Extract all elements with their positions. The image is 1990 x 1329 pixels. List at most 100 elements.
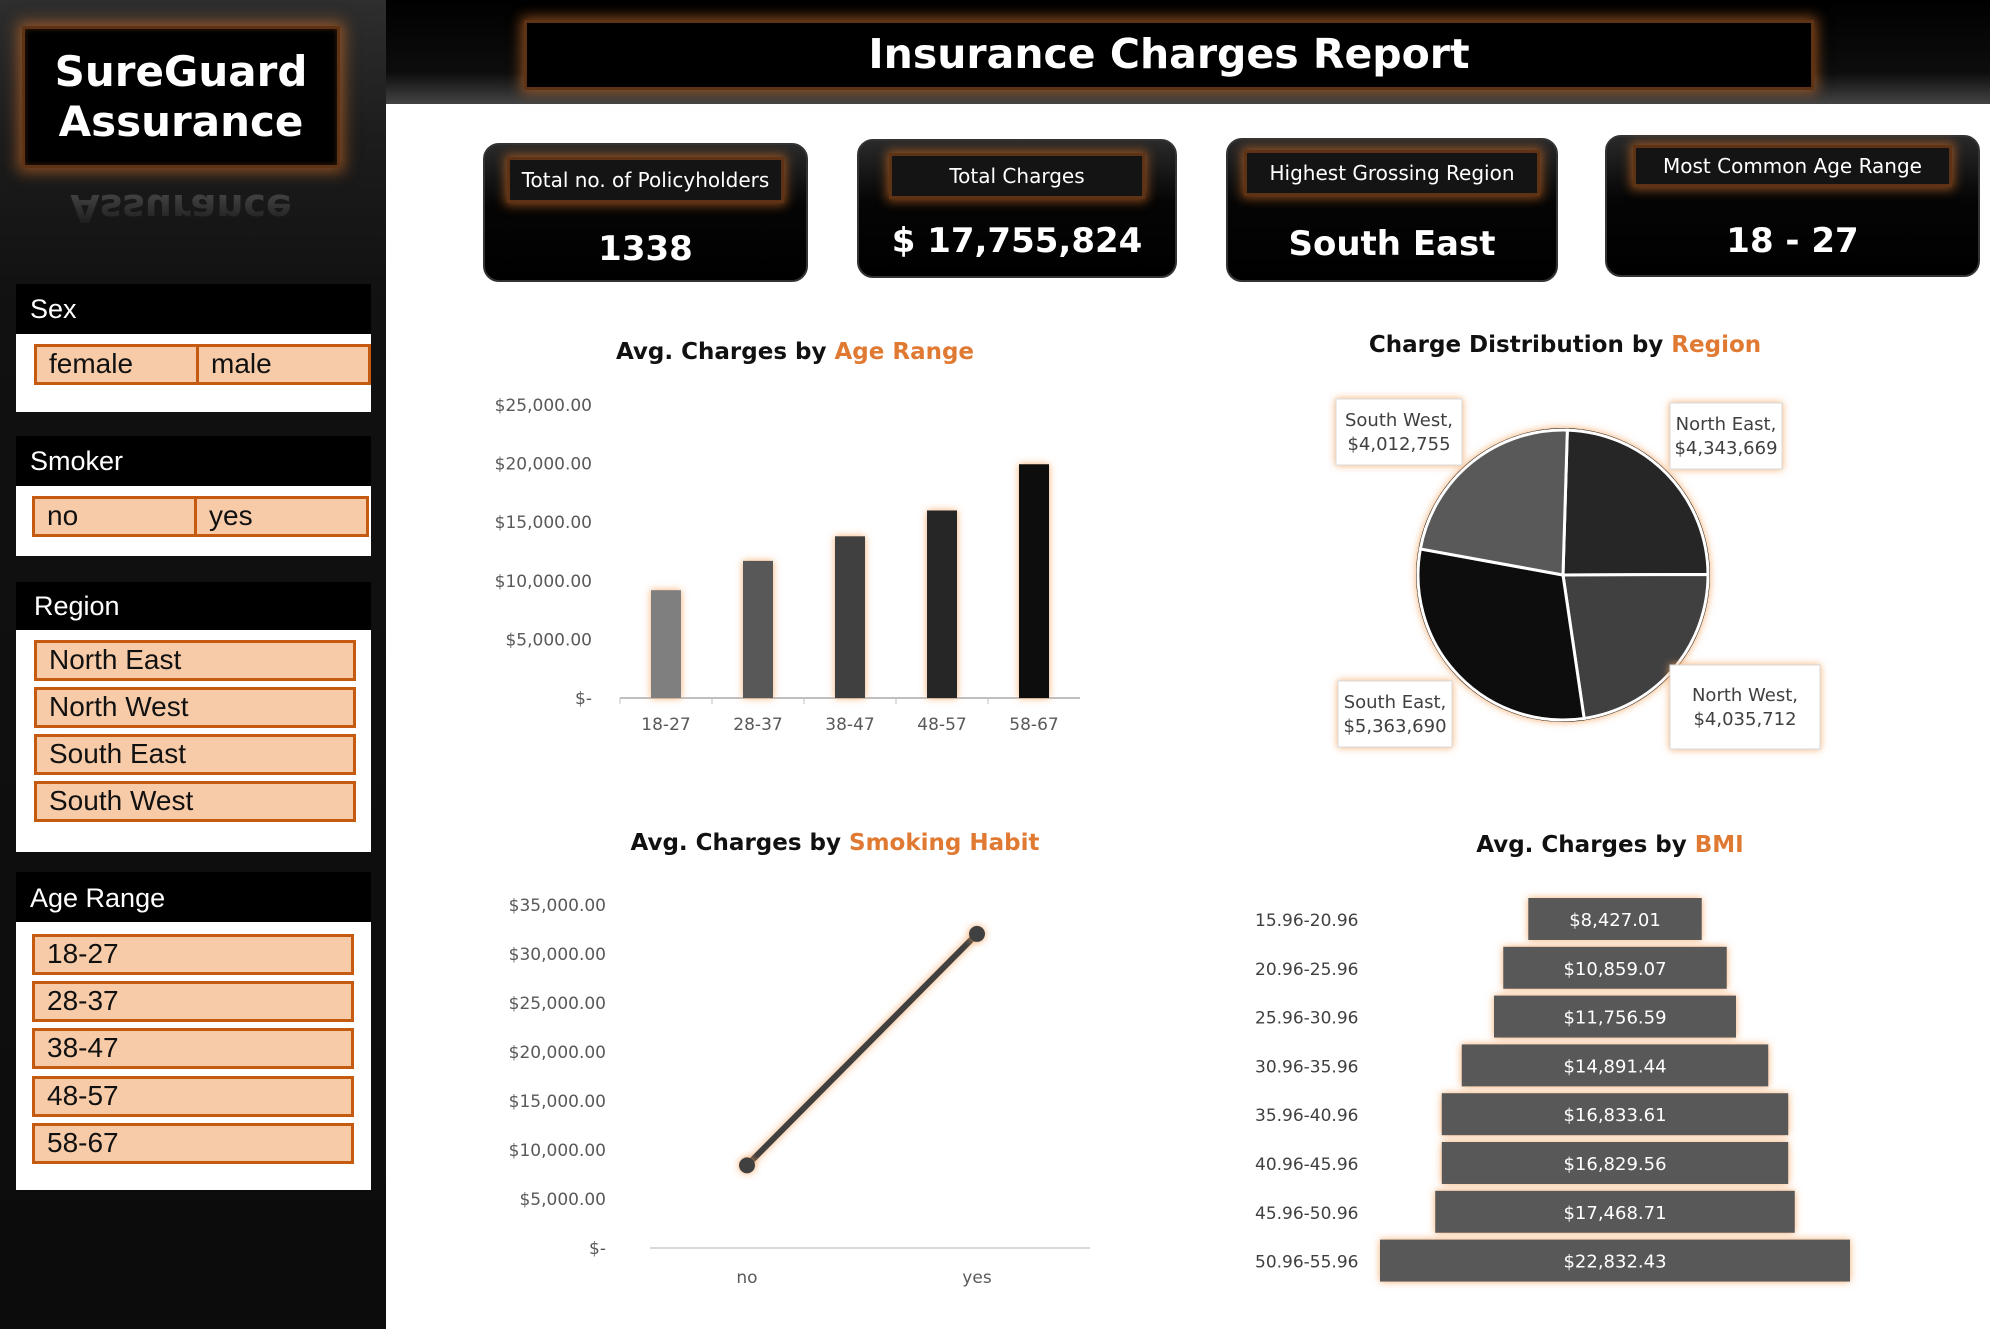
kpi-label-highest-region: Highest Grossing Region [1244, 150, 1540, 196]
slicer-age-item-18-27[interactable]: 18-27 [32, 934, 354, 975]
slicer-smoker-item-yes[interactable]: yes [194, 496, 369, 537]
kpi-value-policyholders: 1338 [598, 229, 693, 269]
chart-title-smoking: Avg. Charges by Smoking Habit [600, 830, 1070, 856]
slicer-region-item-north-east[interactable]: North East [34, 640, 356, 681]
slicer-sex-item-female[interactable]: female [34, 344, 209, 385]
x-tick-label: 48-57 [917, 715, 966, 735]
x-tick-label: 28-37 [733, 715, 782, 735]
slicer-smoker-item-no[interactable]: no [32, 496, 207, 537]
pie-label-value: $4,343,669 [1674, 438, 1777, 459]
kpi-value-total-charges: $ 17,755,824 [891, 221, 1143, 261]
x-tick-label: no [736, 1268, 757, 1288]
slicer-age-item-58-67[interactable]: 58-67 [32, 1123, 354, 1164]
y-tick-label: $20,000.00 [495, 455, 592, 475]
slicer-region-item-south-east[interactable]: South East [34, 734, 356, 775]
slicer-sex: Sex female male [16, 284, 371, 412]
y-tick-label: $- [575, 689, 592, 709]
pie-label-name: South West, [1345, 410, 1453, 431]
slicer-region-title: Region [16, 582, 371, 630]
x-tick-label: 18-27 [641, 715, 690, 735]
chart-title-smoking-accent: Smoking Habit [849, 830, 1040, 856]
chart-title-region-accent: Region [1671, 332, 1762, 358]
pie-data-label: North West, $4,035,712 [1669, 664, 1821, 750]
slicer-age-item-38-47[interactable]: 38-47 [32, 1028, 354, 1069]
kpi-card-common-age: Most Common Age Range 18 - 27 [1605, 135, 1980, 277]
chart-bmi: 15.96-20.96 $8,427.01 20.96-25.96 $10,859.0… [1255, 898, 1850, 1282]
y-tick-label: $5,000.00 [505, 630, 592, 650]
y-tick-label: $15,000.00 [509, 1092, 606, 1112]
y-tick-label: $10,000.00 [509, 1141, 606, 1161]
pie-label-name: South East, [1344, 692, 1447, 713]
bar-value-label: $17,468.71 [1563, 1203, 1666, 1224]
pie-label-value: $4,012,755 [1347, 434, 1450, 455]
bar-value-label: $16,833.61 [1563, 1105, 1666, 1126]
pie-label-value: $4,035,712 [1693, 709, 1796, 730]
pie-label-value: $5,363,690 [1343, 716, 1446, 737]
chart-title-bmi: Avg. Charges by BMI [1410, 832, 1810, 858]
kpi-value-highest-region: South East [1288, 224, 1496, 264]
brand-line-1: SureGuard [54, 47, 308, 96]
bar [1019, 464, 1049, 698]
chart-title-bmi-accent: BMI [1694, 832, 1744, 858]
y-category-label: 15.96-20.96 [1255, 911, 1358, 931]
pie-label-box [1669, 664, 1821, 750]
pie-label-box [1337, 680, 1453, 748]
slicer-age-range: Age Range 18-27 28-37 38-47 48-57 58-67 [16, 872, 371, 1190]
chart-title-age-range-accent: Age Range [834, 339, 975, 365]
report-title: Insurance Charges Report [524, 20, 1814, 90]
y-tick-label: $35,000.00 [509, 896, 606, 916]
x-tick-label: 58-67 [1009, 715, 1058, 735]
chart-title-age-range: Avg. Charges by Age Range [560, 339, 1030, 365]
pie-label-name: North West, [1692, 685, 1798, 706]
chart-age-range: $- $5,000.00 $10,000.00 $15,000.00 $20,000.0… [495, 396, 1080, 735]
chart-title-region-prefix: Charge Distribution by [1368, 332, 1672, 358]
brand-logo: SureGuard Assurance [22, 26, 340, 168]
pie-label-name: North East, [1676, 414, 1777, 435]
slicer-region-item-south-west[interactable]: South West [34, 781, 356, 822]
bar-value-label: $10,859.07 [1563, 959, 1666, 980]
kpi-label-total-charges: Total Charges [889, 153, 1145, 199]
chart-title-region: Charge Distribution by Region [1310, 332, 1820, 358]
y-category-label: 50.96-55.96 [1255, 1253, 1358, 1273]
line-point [969, 925, 985, 942]
slicer-age-item-48-57[interactable]: 48-57 [32, 1076, 354, 1117]
slicer-age-item-28-37[interactable]: 28-37 [32, 981, 354, 1022]
chart-title-age-range-prefix: Avg. Charges by [615, 339, 835, 365]
bar [651, 590, 681, 698]
y-tick-label: $20,000.00 [509, 1043, 606, 1063]
kpi-card-policyholders: Total no. of Policyholders 1338 [483, 143, 808, 282]
kpi-label-policyholders: Total no. of Policyholders [507, 157, 784, 203]
bar-value-label: $22,832.43 [1563, 1252, 1666, 1273]
kpi-card-total-charges: Total Charges $ 17,755,824 [857, 139, 1177, 278]
chart-region-pie: North East, $4,343,669 North West, $4,035,7… [1335, 398, 1821, 750]
kpi-value-common-age: 18 - 27 [1726, 221, 1859, 261]
chart-title-bmi-prefix: Avg. Charges by [1476, 832, 1695, 858]
brand-reflection: Assurance [70, 186, 292, 230]
y-tick-label: $30,000.00 [509, 945, 606, 965]
slicer-smoker-title: Smoker [16, 436, 371, 486]
y-tick-label: $10,000.00 [495, 572, 592, 592]
slicer-sex-item-male[interactable]: male [196, 344, 371, 385]
slicer-sex-title: Sex [16, 284, 371, 334]
slicer-smoker: Smoker no yes [16, 436, 371, 556]
y-category-label: 30.96-35.96 [1255, 1057, 1358, 1077]
y-tick-label: $- [589, 1239, 606, 1259]
kpi-label-common-age: Most Common Age Range [1633, 145, 1952, 187]
pie-data-label: South East, $5,363,690 [1337, 680, 1453, 748]
y-category-label: 25.96-30.96 [1255, 1009, 1358, 1029]
y-category-label: 40.96-45.96 [1255, 1155, 1358, 1175]
pie-label-box [1335, 398, 1463, 466]
slicer-region-item-north-west[interactable]: North West [34, 687, 356, 728]
bar [927, 510, 957, 698]
y-tick-label: $5,000.00 [519, 1190, 606, 1210]
pie-data-label: South West, $4,012,755 [1335, 398, 1463, 466]
bar [743, 560, 773, 698]
bar-value-label: $11,756.59 [1563, 1008, 1666, 1029]
bar-value-label: $14,891.44 [1563, 1056, 1666, 1077]
y-category-label: 45.96-50.96 [1255, 1204, 1358, 1224]
chart-title-smoking-prefix: Avg. Charges by [630, 830, 850, 856]
y-tick-label: $15,000.00 [495, 513, 592, 533]
pie-label-box [1669, 402, 1783, 470]
y-tick-label: $25,000.00 [509, 994, 606, 1014]
bar [835, 536, 865, 698]
